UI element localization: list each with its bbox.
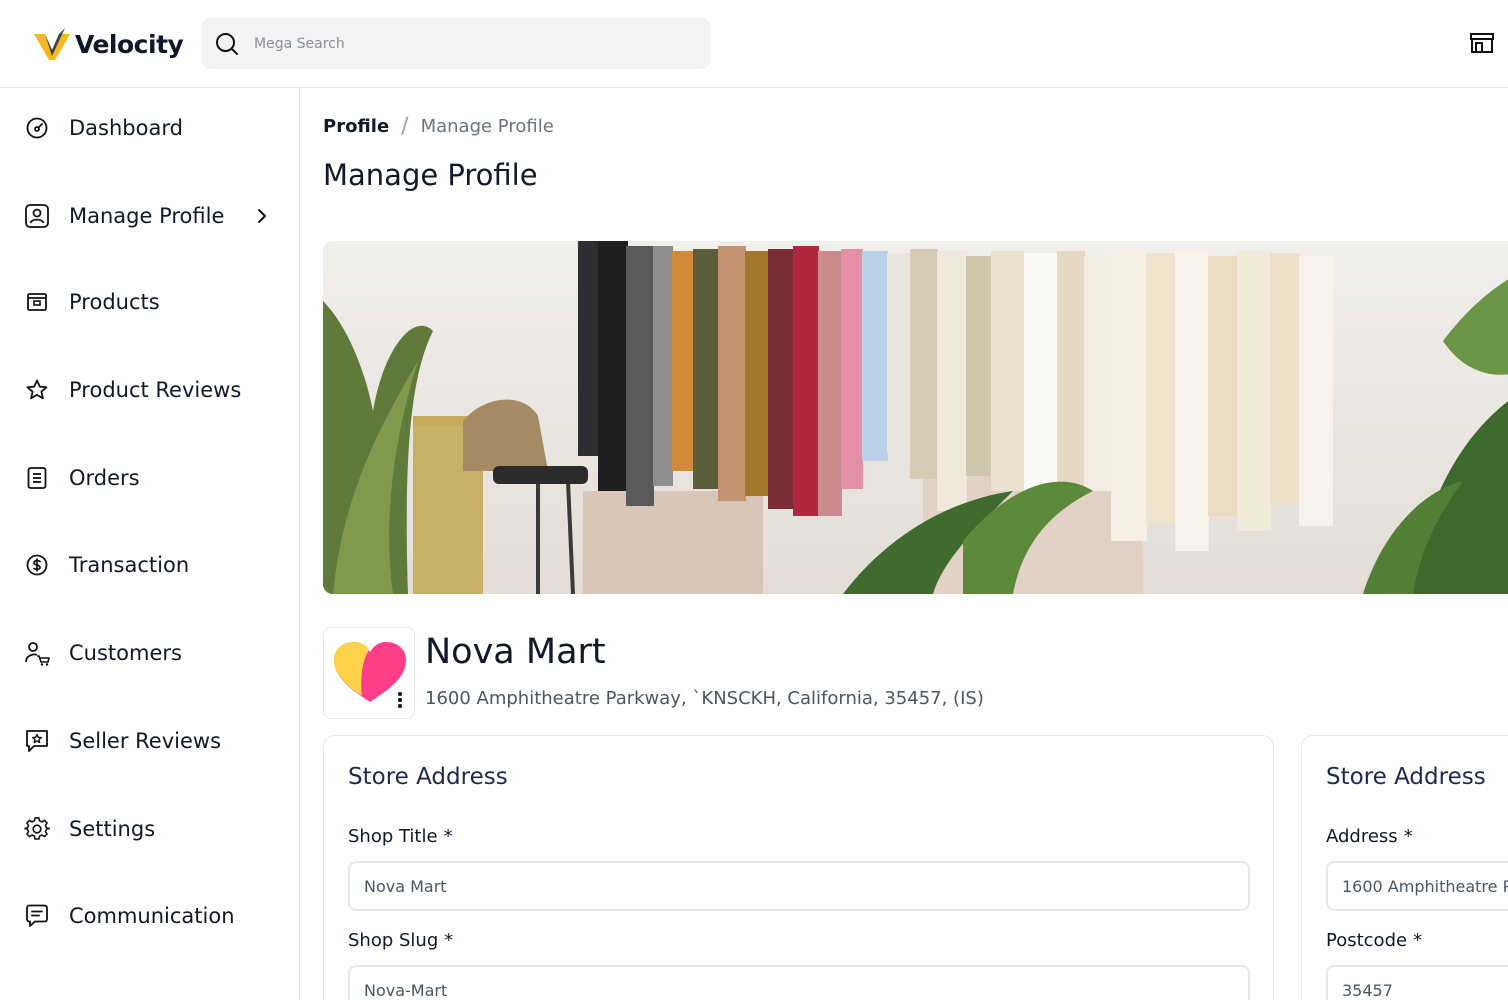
required-marker: * bbox=[1403, 826, 1413, 847]
clothing-rack-illustration bbox=[323, 241, 1508, 594]
field-label-text: Shop Title bbox=[348, 826, 438, 847]
sidebar-item-products[interactable]: Products bbox=[0, 272, 299, 332]
main-content: Profile / Manage Profile Manage Profile bbox=[300, 88, 1508, 1000]
postcode-input[interactable] bbox=[1326, 965, 1508, 1000]
seller-review-icon bbox=[24, 728, 50, 754]
promotion-icon bbox=[24, 991, 50, 1000]
field-label-text: Postcode bbox=[1326, 930, 1408, 951]
shop-title-input[interactable] bbox=[348, 861, 1250, 911]
customers-cart-icon bbox=[24, 640, 50, 666]
sidebar-item-label: Dashboard bbox=[69, 116, 183, 140]
sidebar-item-label: Settings bbox=[69, 817, 156, 841]
mega-search-bar[interactable] bbox=[202, 18, 710, 69]
breadcrumb-separator: / bbox=[401, 114, 409, 139]
shop-slug-label: Shop Slug * bbox=[348, 930, 453, 951]
address-input[interactable] bbox=[1326, 861, 1508, 911]
sidebar-item-label: Orders bbox=[69, 466, 140, 490]
store-address-card: Store Address Address* Postcode* bbox=[1301, 735, 1508, 1000]
sidebar-item-orders[interactable]: Orders bbox=[0, 448, 299, 508]
star-icon bbox=[24, 377, 50, 403]
chevron-right-icon bbox=[258, 209, 266, 223]
sidebar-item-label: Product Reviews bbox=[69, 378, 242, 402]
dashboard-gauge-icon bbox=[24, 115, 50, 141]
sidebar-item-partial[interactable] bbox=[0, 974, 299, 1000]
address-label: Address * bbox=[1326, 826, 1413, 847]
search-icon bbox=[216, 32, 238, 55]
shop-name: Nova Mart bbox=[425, 632, 606, 672]
sidebar-item-seller-reviews[interactable]: Seller Reviews bbox=[0, 711, 299, 771]
shop-address: 1600 Amphitheatre Parkway, `KNSCKH, Cali… bbox=[425, 688, 984, 709]
breadcrumb: Profile / Manage Profile bbox=[323, 114, 554, 139]
chat-icon bbox=[24, 903, 50, 929]
sidebar-item-product-reviews[interactable]: Product Reviews bbox=[0, 360, 299, 420]
breadcrumb-root-link[interactable]: Profile bbox=[323, 116, 389, 137]
required-marker: * bbox=[444, 930, 454, 951]
page-title: Manage Profile bbox=[323, 158, 538, 192]
orders-list-icon bbox=[24, 465, 50, 491]
storefront-icon[interactable] bbox=[1468, 30, 1496, 56]
velocity-logo-icon bbox=[34, 28, 70, 60]
sidebar-item-transaction[interactable]: Transaction bbox=[0, 535, 299, 595]
product-box-icon bbox=[24, 289, 50, 315]
shop-slug-input[interactable] bbox=[348, 965, 1250, 1000]
gear-icon bbox=[24, 816, 50, 842]
sidebar-item-label: Transaction bbox=[69, 553, 190, 577]
required-marker: * bbox=[1413, 930, 1423, 951]
sidebar-item-label: Products bbox=[69, 290, 160, 314]
field-label-text: Shop Slug bbox=[348, 930, 439, 951]
more-options-icon[interactable] bbox=[396, 690, 404, 710]
sidebar-item-label: Communication bbox=[69, 904, 235, 928]
sidebar-item-settings[interactable]: Settings bbox=[0, 799, 299, 859]
sidebar-item-label: Manage Profile bbox=[69, 204, 225, 228]
breadcrumb-current: Manage Profile bbox=[420, 116, 554, 137]
dollar-circle-icon bbox=[24, 552, 50, 578]
sidebar-item-manage-profile[interactable]: Manage Profile bbox=[0, 186, 299, 246]
brand-name: Velocity bbox=[75, 29, 184, 59]
sidebar-item-label: Customers bbox=[69, 641, 182, 665]
required-marker: * bbox=[443, 826, 453, 847]
top-header: Velocity bbox=[0, 0, 1508, 88]
sidebar-item-customers[interactable]: Customers bbox=[0, 623, 299, 683]
shop-logo[interactable] bbox=[323, 627, 415, 719]
field-label-text: Address bbox=[1326, 826, 1398, 847]
card-title: Store Address bbox=[348, 764, 508, 790]
store-banner-image bbox=[323, 241, 1508, 594]
postcode-label: Postcode * bbox=[1326, 930, 1422, 951]
sidebar: Dashboard Manage Profile Products Produc… bbox=[0, 88, 300, 1000]
sidebar-item-label: Seller Reviews bbox=[69, 729, 222, 753]
user-profile-icon bbox=[24, 203, 50, 229]
card-title: Store Address bbox=[1326, 764, 1486, 790]
velocity-logo[interactable]: Velocity bbox=[33, 26, 184, 62]
shop-title-label: Shop Title * bbox=[348, 826, 453, 847]
search-input[interactable] bbox=[254, 35, 674, 52]
store-details-card: Store Address Shop Title* Shop Slug* bbox=[323, 735, 1274, 1000]
sidebar-item-communication[interactable]: Communication bbox=[0, 886, 299, 946]
sidebar-item-dashboard[interactable]: Dashboard bbox=[0, 98, 299, 158]
